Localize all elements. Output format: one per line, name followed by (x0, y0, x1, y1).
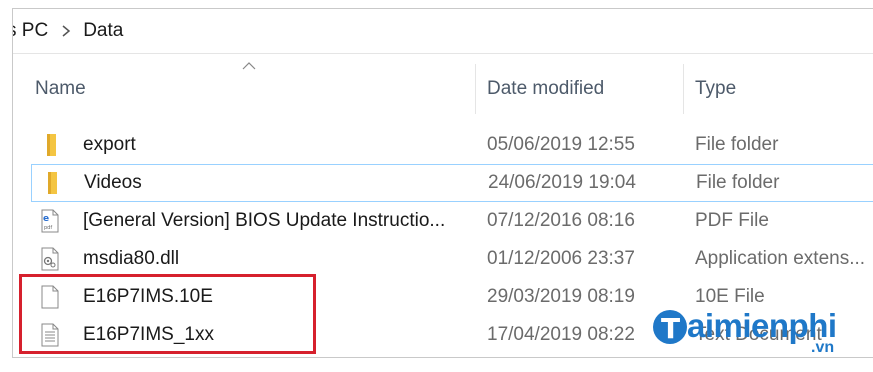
column-header-row: Name Date modified Type (13, 62, 873, 114)
column-divider[interactable] (475, 64, 476, 114)
file-type: File folder (696, 172, 780, 193)
folder-icon (47, 134, 56, 156)
file-type: File folder (695, 134, 779, 155)
breadcrumb-item-pc[interactable]: s PC (13, 20, 48, 42)
file-name: Videos (84, 172, 142, 193)
column-header-name[interactable]: Name (35, 64, 475, 114)
file-date: 07/12/2016 08:16 (487, 210, 635, 231)
highlight-box (19, 274, 316, 354)
file-name: [General Version] BIOS Update Instructio… (83, 210, 446, 231)
svg-text:e: e (43, 214, 49, 224)
file-type: Application extens... (695, 248, 866, 269)
file-date: 24/06/2019 19:04 (488, 172, 636, 193)
folder-icon (48, 172, 57, 194)
file-row-bios-pdf[interactable]: e pdf [General Version] BIOS Update Inst… (31, 202, 873, 240)
file-row-export[interactable]: export 05/06/2019 12:55 File folder (31, 126, 873, 164)
file-row-msdia80-dll[interactable]: msdia80.dll 01/12/2006 23:37 Application… (31, 240, 873, 278)
file-row-videos[interactable]: Videos 24/06/2019 19:04 File folder (31, 164, 873, 202)
watermark-logo: T aimienphi .vn (651, 303, 873, 363)
pdf-file-icon: e pdf (41, 209, 59, 233)
svg-text:T: T (661, 312, 680, 345)
column-header-type[interactable]: Type (695, 64, 873, 114)
column-divider[interactable] (683, 64, 684, 114)
watermark-suffix: .vn (811, 339, 835, 356)
breadcrumb-item-data[interactable]: Data (83, 20, 123, 42)
file-name: export (83, 134, 136, 155)
file-date: 05/06/2019 12:55 (487, 134, 635, 155)
file-date: 01/12/2006 23:37 (487, 248, 635, 269)
file-name: msdia80.dll (83, 248, 180, 269)
logo-icon: T (653, 310, 687, 345)
file-type: PDF File (695, 210, 769, 231)
column-header-date-modified[interactable]: Date modified (487, 64, 683, 114)
chevron-right-icon (62, 25, 71, 37)
dll-file-icon (41, 247, 59, 271)
svg-text:pdf: pdf (44, 225, 52, 231)
address-bar[interactable]: s PC Data (13, 9, 873, 54)
